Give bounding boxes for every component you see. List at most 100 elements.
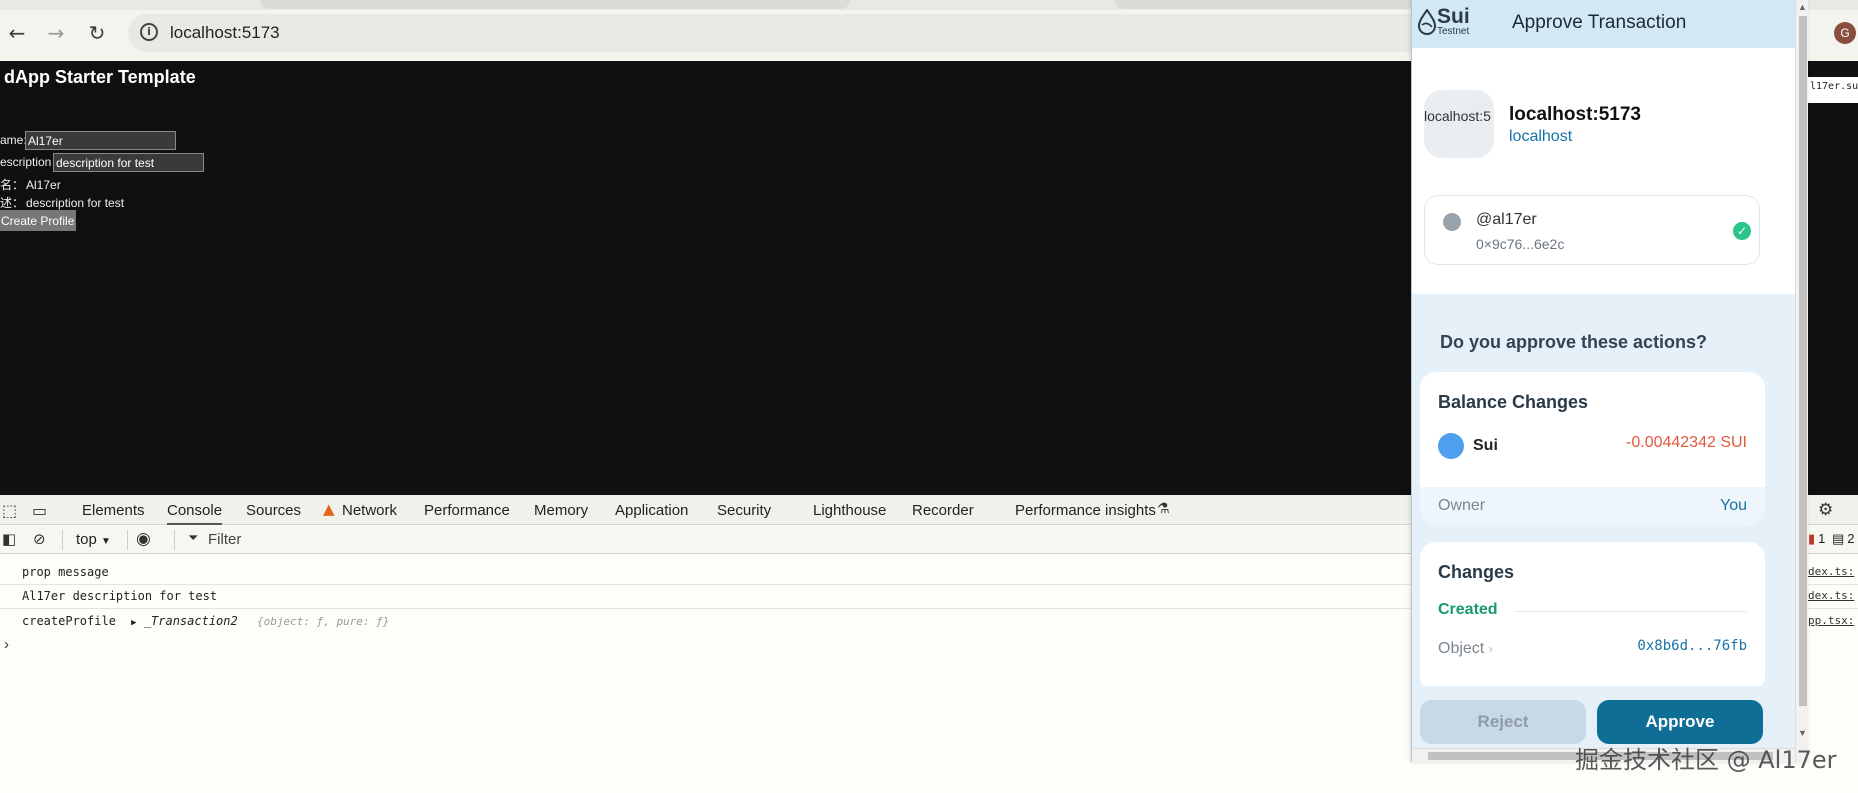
description-input[interactable]: [53, 153, 204, 172]
back-arrow-icon[interactable]: ←: [4, 20, 30, 46]
description-row: escription: [0, 155, 51, 169]
scroll-down-icon[interactable]: ▼: [1798, 728, 1807, 738]
description-display: 述： description for test: [0, 194, 124, 211]
error-count-badge[interactable]: ▮ 1: [1808, 531, 1825, 547]
reload-icon[interactable]: ↻: [84, 20, 110, 46]
created-divider: [1515, 611, 1747, 612]
tab-security[interactable]: Security: [717, 502, 771, 519]
profile-avatar[interactable]: G: [1834, 22, 1856, 44]
object-id-link[interactable]: 0x8b6d...76fb: [1637, 638, 1747, 654]
approval-question: Do you approve these actions?: [1440, 332, 1708, 352]
console-log-line: Al17er description for test: [22, 589, 218, 603]
tab-elements[interactable]: Elements: [82, 502, 145, 519]
tab-console[interactable]: Console: [167, 502, 223, 525]
coin-name: Sui: [1473, 437, 1498, 454]
filter-input[interactable]: Filter: [208, 531, 241, 548]
approve-button[interactable]: Approve: [1597, 700, 1763, 744]
site-icon: localhost:5: [1424, 90, 1494, 158]
changes-title: Changes: [1438, 562, 1515, 582]
name-display: 名： Al17er: [0, 176, 61, 193]
site-icon-alt-text: localhost:5: [1424, 108, 1491, 124]
toolbar-divider: [174, 530, 175, 550]
log-source-link[interactable]: dex.ts:: [1808, 589, 1858, 602]
description-display-value: description for test: [26, 196, 125, 210]
name-row: ame:: [0, 133, 27, 147]
log-object-preview: {object: ƒ, pure: ƒ}: [256, 615, 390, 628]
inspect-element-icon[interactable]: ⬚: [2, 501, 17, 520]
tab-lighthouse[interactable]: Lighthouse: [813, 502, 886, 519]
chevron-right-icon: ›: [1488, 642, 1493, 656]
log-object-name[interactable]: _Transaction2: [144, 614, 238, 628]
create-profile-button[interactable]: Create Profile: [0, 210, 76, 231]
page-title: dApp Starter Template: [4, 67, 196, 87]
name-display-label: 名：: [0, 178, 25, 192]
tab-performance-insights[interactable]: Performance insights: [1015, 502, 1156, 519]
sui-coin-icon: [1438, 433, 1464, 459]
message-count-badge[interactable]: ▤ 2: [1832, 531, 1855, 547]
tab-memory[interactable]: Memory: [534, 502, 588, 519]
account-card[interactable]: @al17er 0×9c76...6e2c ✓: [1424, 195, 1760, 265]
chevron-down-icon: ▼: [101, 536, 111, 547]
sui-drop-icon: [1418, 9, 1436, 35]
site-host: localhost: [1509, 128, 1573, 145]
log-source-link[interactable]: dex.ts:: [1808, 565, 1858, 578]
scroll-up-icon[interactable]: ▲: [1798, 2, 1807, 12]
site-info-icon[interactable]: i: [140, 23, 158, 41]
expand-triangle-icon[interactable]: ▶: [131, 618, 136, 628]
log-source-link[interactable]: pp.tsx:: [1808, 614, 1858, 627]
changes-card: Changes Created Object › 0x8b6d...76fb: [1420, 542, 1765, 692]
context-selector[interactable]: top ▼: [76, 531, 111, 548]
sidebar-toggle-icon[interactable]: ◧: [2, 530, 16, 548]
tab-network[interactable]: Network: [342, 502, 397, 519]
account-address: 0×9c76...6e2c: [1476, 236, 1565, 252]
partial-tooltip: l17er.su: [1808, 77, 1858, 103]
watermark: 掘金技术社区 @ Al17er: [1575, 746, 1837, 774]
clear-console-icon[interactable]: ⊘: [33, 530, 46, 548]
forward-arrow-icon[interactable]: →: [43, 20, 69, 46]
log-text: createProfile: [22, 614, 116, 628]
context-value: top: [76, 531, 97, 548]
name-input[interactable]: [25, 131, 176, 150]
name-display-value: Al17er: [26, 178, 61, 192]
site-name: localhost:5173: [1509, 104, 1641, 125]
eye-icon[interactable]: ◉: [136, 529, 151, 549]
flask-icon: ⚗: [1157, 501, 1170, 517]
owner-label: Owner: [1438, 497, 1486, 514]
browser-tab[interactable]: [1115, 0, 1415, 9]
description-label: escription: [0, 155, 52, 169]
name-label: ame:: [0, 133, 27, 147]
description-display-label: 述：: [0, 196, 25, 210]
wallet-title: Approve Transaction: [1512, 12, 1687, 33]
toolbar-divider: [62, 530, 63, 550]
tab-recorder[interactable]: Recorder: [912, 502, 974, 519]
wallet-body: Do you approve these actions? Balance Ch…: [1412, 294, 1795, 692]
vertical-scrollbar[interactable]: ▲ ▼: [1795, 0, 1808, 762]
account-icon: [1443, 213, 1461, 231]
network-label: Testnet: [1437, 26, 1470, 37]
browser-tab[interactable]: [260, 0, 850, 9]
object-label[interactable]: Object ›: [1438, 640, 1493, 658]
wallet-header: Sui Testnet Approve Transaction: [1412, 0, 1795, 48]
filter-icon: ⏷: [188, 531, 199, 546]
toolbar-divider: [127, 530, 128, 550]
created-label[interactable]: Created: [1438, 601, 1498, 619]
reject-button[interactable]: Reject: [1420, 700, 1586, 744]
wallet-footer: Reject Approve: [1412, 686, 1795, 748]
owner-row: Owner You: [1420, 487, 1765, 525]
settings-gear-icon[interactable]: ⚙: [1818, 500, 1833, 520]
address-bar[interactable]: i localhost:5173: [128, 14, 1438, 52]
account-name: @al17er: [1476, 211, 1537, 228]
wallet-popup: Sui Testnet Approve Transaction localhos…: [1411, 0, 1808, 762]
tab-performance[interactable]: Performance: [424, 502, 510, 519]
device-toolbar-icon[interactable]: ▭: [32, 501, 47, 520]
checkmark-icon: ✓: [1733, 222, 1751, 240]
tab-sources[interactable]: Sources: [246, 502, 301, 519]
tab-application[interactable]: Application: [615, 502, 688, 519]
balance-amount: -0.00442342 SUI: [1626, 434, 1747, 451]
address-url[interactable]: localhost:5173: [170, 23, 280, 43]
balance-changes-title: Balance Changes: [1438, 392, 1589, 412]
balance-changes-card: Balance Changes Sui -0.00442342 SUI Owne…: [1420, 372, 1765, 525]
console-prompt[interactable]: ›: [4, 636, 9, 653]
scrollbar-thumb[interactable]: [1799, 16, 1807, 706]
owner-value: You: [1720, 497, 1747, 514]
